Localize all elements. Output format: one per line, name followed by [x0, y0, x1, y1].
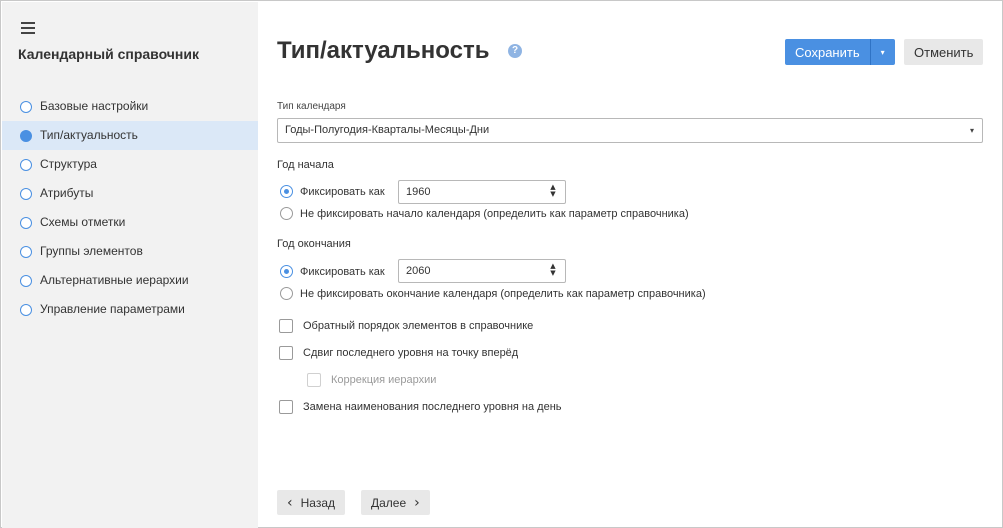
back-button[interactable]: ‹ Назад	[277, 490, 345, 515]
sidebar-nav: Базовые настройки Тип/актуальность Струк…	[2, 92, 258, 324]
next-button[interactable]: Далее ›	[361, 490, 430, 515]
sidebar-item-label: Альтернативные иерархии	[40, 273, 189, 287]
reverse-order-label: Обратный порядок элементов в справочнике	[303, 320, 534, 332]
sidebar-item-mark-schemes[interactable]: Схемы отметки	[2, 208, 258, 237]
page-title: Тип/актуальность	[277, 37, 490, 64]
step-circle-icon	[20, 303, 32, 316]
sidebar: Календарный справочник Базовые настройки…	[2, 2, 258, 528]
help-icon[interactable]: ?	[508, 44, 522, 58]
step-circle-icon	[20, 216, 32, 229]
sidebar-title: Календарный справочник	[18, 46, 199, 62]
start-year-input[interactable]: 1960 ▲ ▼	[398, 180, 566, 204]
radio-checked-icon	[280, 185, 293, 198]
checkbox-icon	[279, 319, 293, 333]
end-year-fix-radio[interactable]: Фиксировать как	[280, 265, 385, 278]
save-dropdown-button[interactable]: ▾	[869, 39, 895, 65]
chevron-down-icon: ▾	[969, 126, 974, 135]
checkbox-icon	[279, 400, 293, 414]
radio-checked-icon	[280, 265, 293, 278]
shift-last-level-label: Сдвиг последнего уровня на точку вперёд	[303, 347, 519, 359]
start-year-fix-radio[interactable]: Фиксировать как	[280, 185, 385, 198]
sidebar-item-label: Управление параметрами	[40, 302, 185, 316]
checkbox-disabled-icon	[307, 373, 321, 387]
start-year-nofix-radio[interactable]: Не фиксировать начало календаря (определ…	[280, 207, 689, 220]
rename-last-level-checkbox[interactable]: Замена наименования последнего уровня на…	[279, 400, 562, 414]
step-circle-icon	[20, 158, 32, 171]
rename-last-level-label: Замена наименования последнего уровня на…	[303, 401, 562, 413]
next-label: Далее	[371, 495, 407, 510]
main-panel: Тип/актуальность ? Сохранить ▾ Отменить …	[258, 2, 1003, 528]
hierarchy-correction-checkbox: Коррекция иерархии	[307, 373, 436, 387]
sidebar-item-label: Схемы отметки	[40, 215, 126, 229]
sidebar-item-attributes[interactable]: Атрибуты	[2, 179, 258, 208]
end-year-fix-label: Фиксировать как	[300, 265, 385, 278]
spinner-arrows-icon[interactable]: ▲ ▼	[549, 184, 557, 200]
menu-icon[interactable]	[21, 22, 35, 34]
radio-unchecked-icon	[280, 287, 293, 300]
sidebar-item-alt-hierarchies[interactable]: Альтернативные иерархии	[2, 266, 258, 295]
app-window: Календарный справочник Базовые настройки…	[0, 0, 1003, 528]
sidebar-item-structure[interactable]: Структура	[2, 150, 258, 179]
calendar-type-label: Тип календаря	[277, 101, 346, 112]
sidebar-item-element-groups[interactable]: Группы элементов	[2, 237, 258, 266]
end-year-nofix-radio[interactable]: Не фиксировать окончание календаря (опре…	[280, 287, 706, 300]
sidebar-item-basic-settings[interactable]: Базовые настройки	[2, 92, 258, 121]
reverse-order-checkbox[interactable]: Обратный порядок элементов в справочнике	[279, 319, 533, 333]
sidebar-item-label: Атрибуты	[40, 186, 94, 200]
step-circle-icon	[20, 187, 32, 200]
sidebar-item-label: Базовые настройки	[40, 99, 149, 113]
calendar-type-select[interactable]: Годы-Полугодия-Кварталы-Месяцы-Дни ▾	[277, 118, 983, 143]
radio-unchecked-icon	[280, 207, 293, 220]
sidebar-item-label: Группы элементов	[40, 244, 143, 258]
end-year-nofix-label: Не фиксировать окончание календаря (опре…	[300, 287, 706, 300]
hierarchy-correction-label: Коррекция иерархии	[331, 374, 437, 386]
sidebar-item-type-actuality[interactable]: Тип/актуальность	[2, 121, 258, 150]
sidebar-item-label: Структура	[40, 157, 97, 171]
cancel-button[interactable]: Отменить	[904, 39, 984, 65]
sidebar-item-parameter-management[interactable]: Управление параметрами	[2, 295, 258, 324]
end-year-label: Год окончания	[277, 238, 351, 250]
save-button[interactable]: Сохранить	[785, 39, 870, 65]
step-circle-icon	[20, 245, 32, 258]
start-year-label: Год начала	[277, 159, 334, 171]
chevron-right-icon: ›	[414, 494, 420, 511]
sidebar-item-label: Тип/актуальность	[40, 128, 138, 142]
start-year-value: 1960	[406, 186, 431, 198]
step-circle-icon	[20, 100, 32, 113]
shift-last-level-checkbox[interactable]: Сдвиг последнего уровня на точку вперёд	[279, 346, 518, 360]
step-circle-filled-icon	[20, 129, 32, 142]
back-label: Назад	[300, 495, 335, 510]
chevron-left-icon: ‹	[287, 494, 293, 511]
start-year-fix-label: Фиксировать как	[300, 185, 385, 198]
step-circle-icon	[20, 274, 32, 287]
end-year-input[interactable]: 2060 ▲ ▼	[398, 259, 566, 283]
calendar-type-value: Годы-Полугодия-Кварталы-Месяцы-Дни	[285, 124, 490, 136]
end-year-value: 2060	[406, 265, 431, 277]
save-button-group: Сохранить ▾	[785, 39, 895, 65]
spinner-arrows-icon[interactable]: ▲ ▼	[549, 263, 557, 279]
start-year-nofix-label: Не фиксировать начало календаря (определ…	[300, 207, 689, 220]
checkbox-icon	[279, 346, 293, 360]
